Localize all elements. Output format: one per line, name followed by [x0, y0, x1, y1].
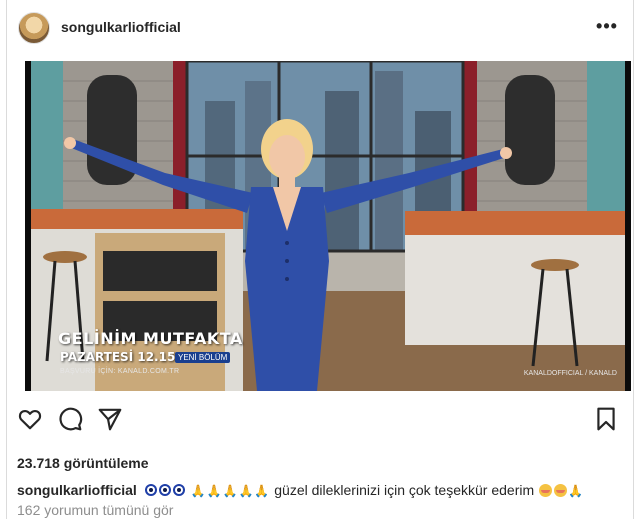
video-overlay-social: KANALDOFFICIAL / KANALD — [523, 370, 617, 377]
post-caption: songulkarliofficial 🙏🙏🙏🙏🙏 güzel dilekler… — [17, 482, 625, 498]
smiling-face-emoji — [539, 484, 553, 497]
praying-hands-emoji: 🙏 — [238, 484, 254, 498]
smiling-face-emoji — [554, 484, 568, 497]
caption-username[interactable]: songulkarliofficial — [17, 482, 137, 498]
evil-eye-emoji — [158, 484, 171, 496]
more-options-icon[interactable]: ••• — [595, 14, 619, 38]
video-overlay-badge: YENİ BÖLÜM — [175, 352, 231, 363]
view-all-comments-link[interactable]: 162 yorumun tümünü gör — [17, 502, 173, 518]
post-username[interactable]: songulkarliofficial — [61, 19, 181, 35]
praying-hands-emoji: 🙏 — [568, 484, 583, 498]
video-overlay-time: PAZARTESİ 12.15 — [60, 350, 176, 364]
post-header: songulkarliofficial ••• — [7, 0, 633, 58]
praying-hands-emoji: 🙏 — [222, 484, 238, 498]
bookmark-icon[interactable] — [591, 404, 621, 434]
post-video[interactable]: GELİNİM MUTFAKTA PAZARTESİ 12.15 YENİ BÖ… — [25, 61, 631, 391]
video-overlay-url: BAŞVURU İÇİN: KANALD.COM.TR — [60, 368, 180, 375]
avatar[interactable] — [18, 12, 50, 44]
evil-eye-emoji — [144, 484, 157, 496]
caption-text: güzel dileklerinizi için çok teşekkür ed… — [274, 482, 535, 498]
post-card: songulkarliofficial ••• GELİNİM MUTFAKTA… — [6, 0, 634, 519]
praying-hands-emoji: 🙏 — [254, 484, 270, 498]
evil-eye-emoji — [172, 484, 185, 496]
comment-icon[interactable] — [55, 404, 85, 434]
video-overlay-title: GELİNİM MUTFAKTA — [58, 329, 243, 348]
evil-eye-emoji-group — [144, 482, 191, 498]
praying-hands-emoji: 🙏 — [206, 484, 222, 498]
praying-hands-emoji-group: 🙏🙏🙏🙏🙏 — [191, 482, 271, 498]
praying-hands-emoji: 🙏 — [190, 484, 206, 498]
post-actions — [7, 404, 633, 440]
heart-icon[interactable] — [15, 404, 45, 434]
view-count[interactable]: 23.718 görüntüleme — [17, 455, 149, 471]
share-icon[interactable] — [95, 404, 125, 434]
